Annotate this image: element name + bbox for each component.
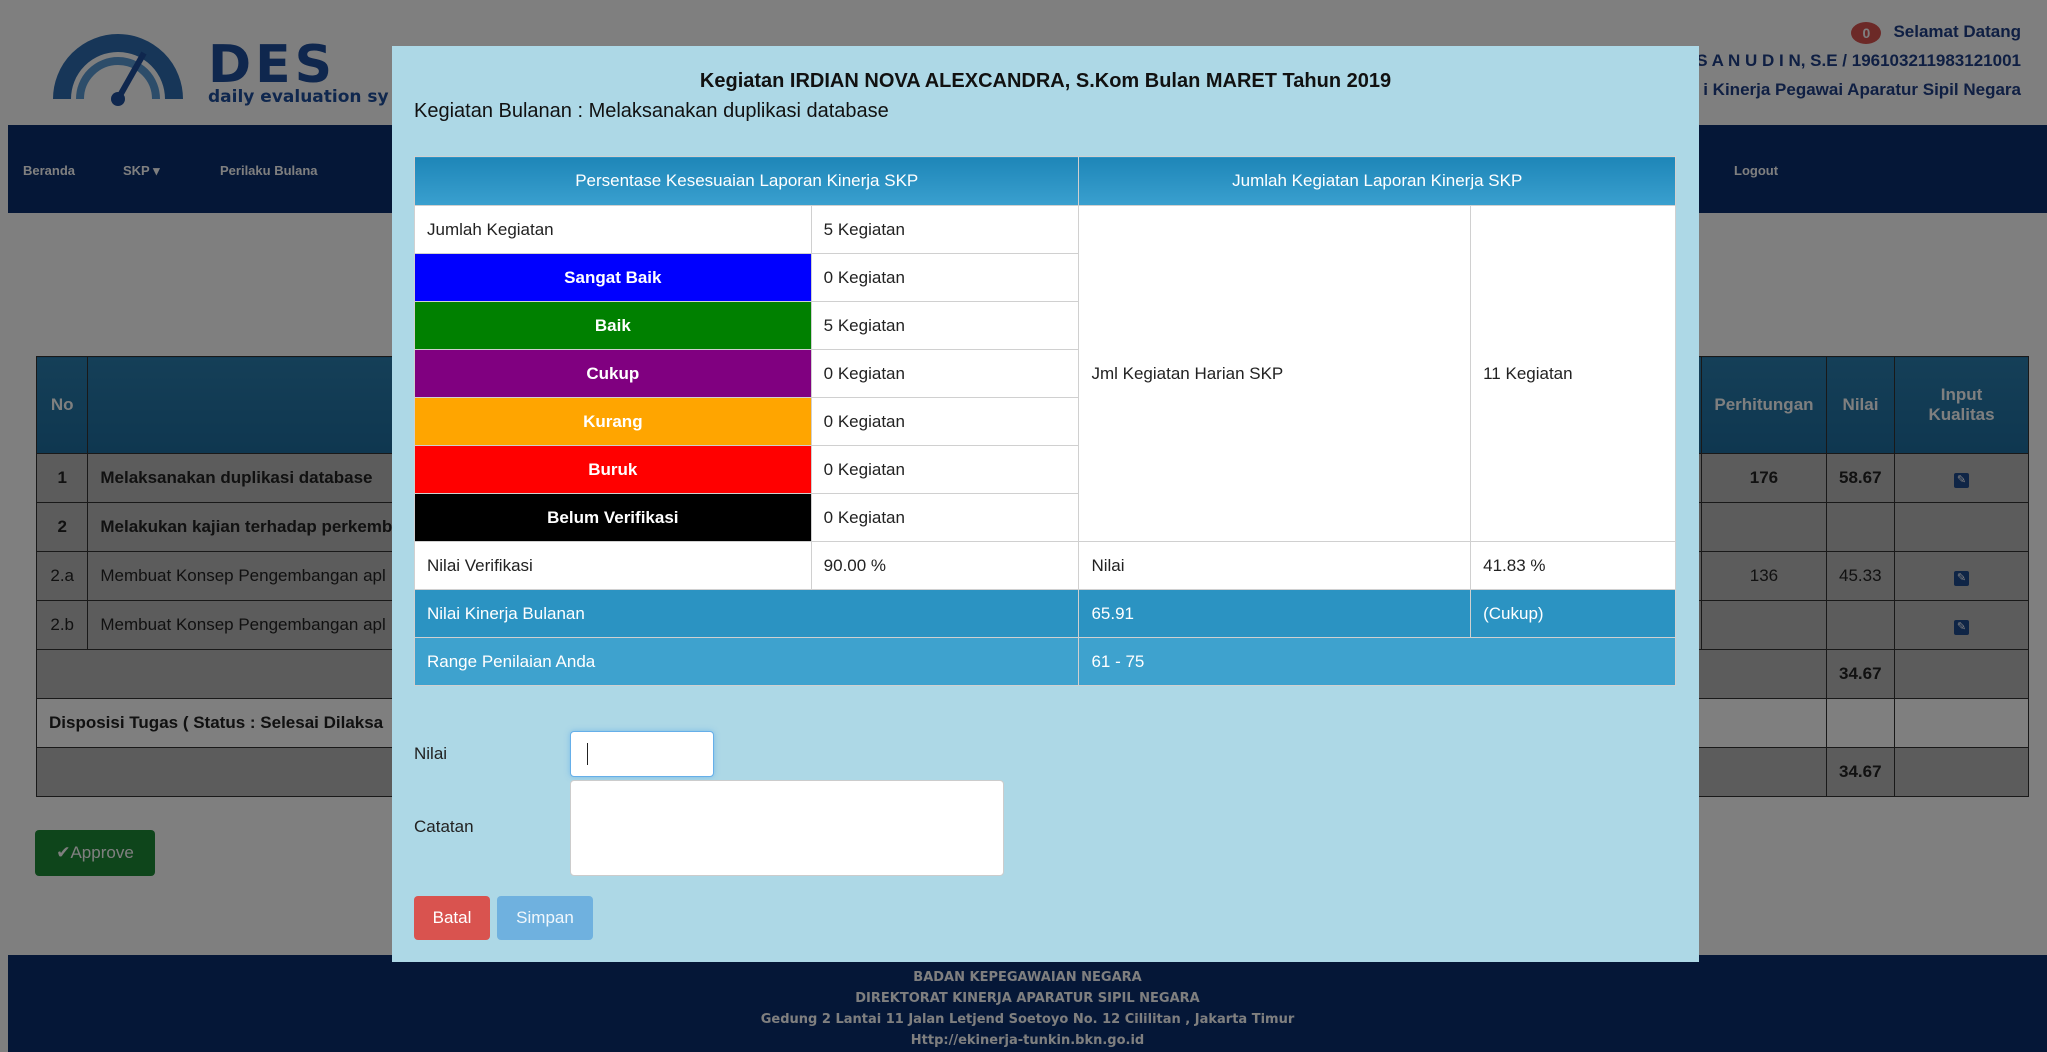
catatan-field-label: Catatan <box>414 817 474 836</box>
persentase-header: Persentase Kesesuaian Laporan Kinerja SK… <box>413 156 1080 206</box>
harian-label: Jml Kegiatan Harian SKP <box>1078 205 1472 542</box>
verifikasi-value: 90.00 % <box>810 541 1080 590</box>
nilai-field-label: Nilai <box>414 744 448 763</box>
category-value: 0 Kegiatan <box>810 397 1080 446</box>
kinerja-value: 65.91 <box>1078 589 1472 638</box>
kinerja-summary-table: Persentase Kesesuaian Laporan Kinerja SK… <box>413 156 1676 686</box>
nilai-label: Nilai <box>1078 541 1472 590</box>
category-belum-verifikasi: Belum Verifikasi <box>414 493 812 542</box>
nilai-input[interactable] <box>570 731 714 777</box>
catatan-textarea[interactable] <box>570 780 1004 876</box>
jumlah-kegiatan-value: 5 Kegiatan <box>810 205 1080 254</box>
jumlah-header: Jumlah Kegiatan Laporan Kinerja SKP <box>1078 156 1676 206</box>
category-value: 0 Kegiatan <box>810 445 1080 494</box>
range-label: Range Penilaian Anda <box>413 637 1080 686</box>
kinerja-label: Nilai Kinerja Bulanan <box>413 589 1080 638</box>
harian-value: 11 Kegiatan <box>1470 205 1676 542</box>
verifikasi-label: Nilai Verifikasi <box>414 541 812 590</box>
category-buruk: Buruk <box>414 445 812 494</box>
category-sangat-baik: Sangat Baik <box>414 253 812 302</box>
category-baik: Baik <box>414 301 812 350</box>
text-caret <box>587 743 588 765</box>
category-value: 5 Kegiatan <box>810 301 1080 350</box>
kegiatan-modal: Kegiatan IRDIAN NOVA ALEXCANDRA, S.Kom B… <box>392 46 1699 962</box>
range-value: 61 - 75 <box>1078 637 1676 686</box>
simpan-button[interactable]: Simpan <box>497 896 593 940</box>
category-value: 0 Kegiatan <box>810 253 1080 302</box>
modal-subtitle: Kegiatan Bulanan : Melaksanakan duplikas… <box>414 100 889 122</box>
category-kurang: Kurang <box>414 397 812 446</box>
category-value: 0 Kegiatan <box>810 349 1080 398</box>
kinerja-grade: (Cukup) <box>1470 589 1676 638</box>
batal-button[interactable]: Batal <box>414 896 490 940</box>
category-cukup: Cukup <box>414 349 812 398</box>
jumlah-kegiatan-label: Jumlah Kegiatan <box>414 205 812 254</box>
category-value: 0 Kegiatan <box>810 493 1080 542</box>
nilai-value: 41.83 % <box>1470 541 1676 590</box>
modal-title: Kegiatan IRDIAN NOVA ALEXCANDRA, S.Kom B… <box>699 70 1392 92</box>
